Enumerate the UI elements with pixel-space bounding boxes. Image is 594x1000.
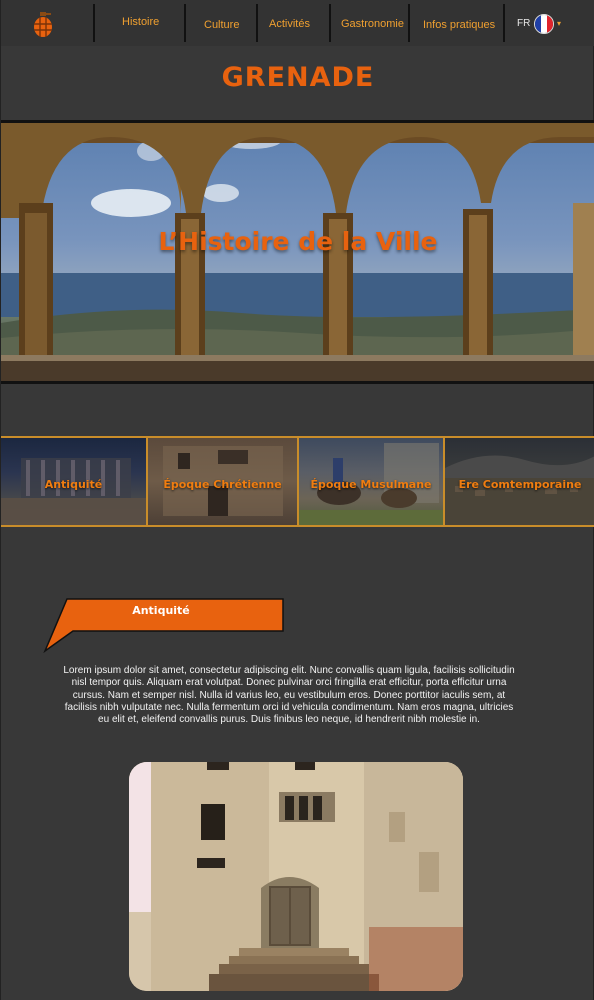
section-photo <box>129 762 463 991</box>
period-tile-epoque-chretienne[interactable]: Époque Chrétienne <box>148 438 299 525</box>
site-title: GRENADE <box>221 62 375 93</box>
hero-banner: L’Histoire de la Ville <box>1 120 594 384</box>
nav-divider <box>256 4 258 42</box>
chevron-down-icon[interactable]: ▾ <box>557 19 561 28</box>
nav-item-gastronomie[interactable]: Gastronomie <box>341 18 404 30</box>
period-label: Ere Comtemporaine <box>458 478 582 491</box>
nav-item-infos-pratiques[interactable]: Infos pratiques <box>423 19 495 31</box>
nav-item-activites[interactable]: Activités <box>269 18 310 30</box>
french-flag-icon[interactable] <box>534 14 554 34</box>
period-label: Époque Chrétienne <box>163 478 282 491</box>
hero-title: L’Histoire de la Ville <box>158 227 438 256</box>
period-label: Antiquité <box>44 478 103 491</box>
period-tiles: Antiquité Époque Chrétienne Époque Musul… <box>1 436 594 527</box>
nav-item-culture[interactable]: Culture <box>204 19 239 31</box>
grenade-icon[interactable] <box>31 12 55 38</box>
nav-divider <box>184 4 186 42</box>
nav-divider <box>329 4 331 42</box>
nav-divider <box>503 4 505 42</box>
language-label[interactable]: FR <box>517 18 530 29</box>
nav-divider <box>408 4 410 42</box>
period-label: Époque Musulmane <box>310 478 432 491</box>
page: Histoire Culture Activités Gastronomie I… <box>0 0 594 1000</box>
period-tile-epoque-musulmane[interactable]: Époque Musulmane <box>299 438 445 525</box>
nav-item-histoire[interactable]: Histoire <box>122 16 159 28</box>
section-title: Antiquité <box>132 604 190 617</box>
period-tile-ere-contemporaine[interactable]: Ere Comtemporaine <box>445 438 594 525</box>
top-navbar: Histoire Culture Activités Gastronomie I… <box>1 0 594 46</box>
period-tile-antiquite[interactable]: Antiquité <box>1 438 148 525</box>
nav-divider <box>93 4 95 42</box>
section-body-text: Lorem ipsum dolor sit amet, consectetur … <box>63 665 515 726</box>
